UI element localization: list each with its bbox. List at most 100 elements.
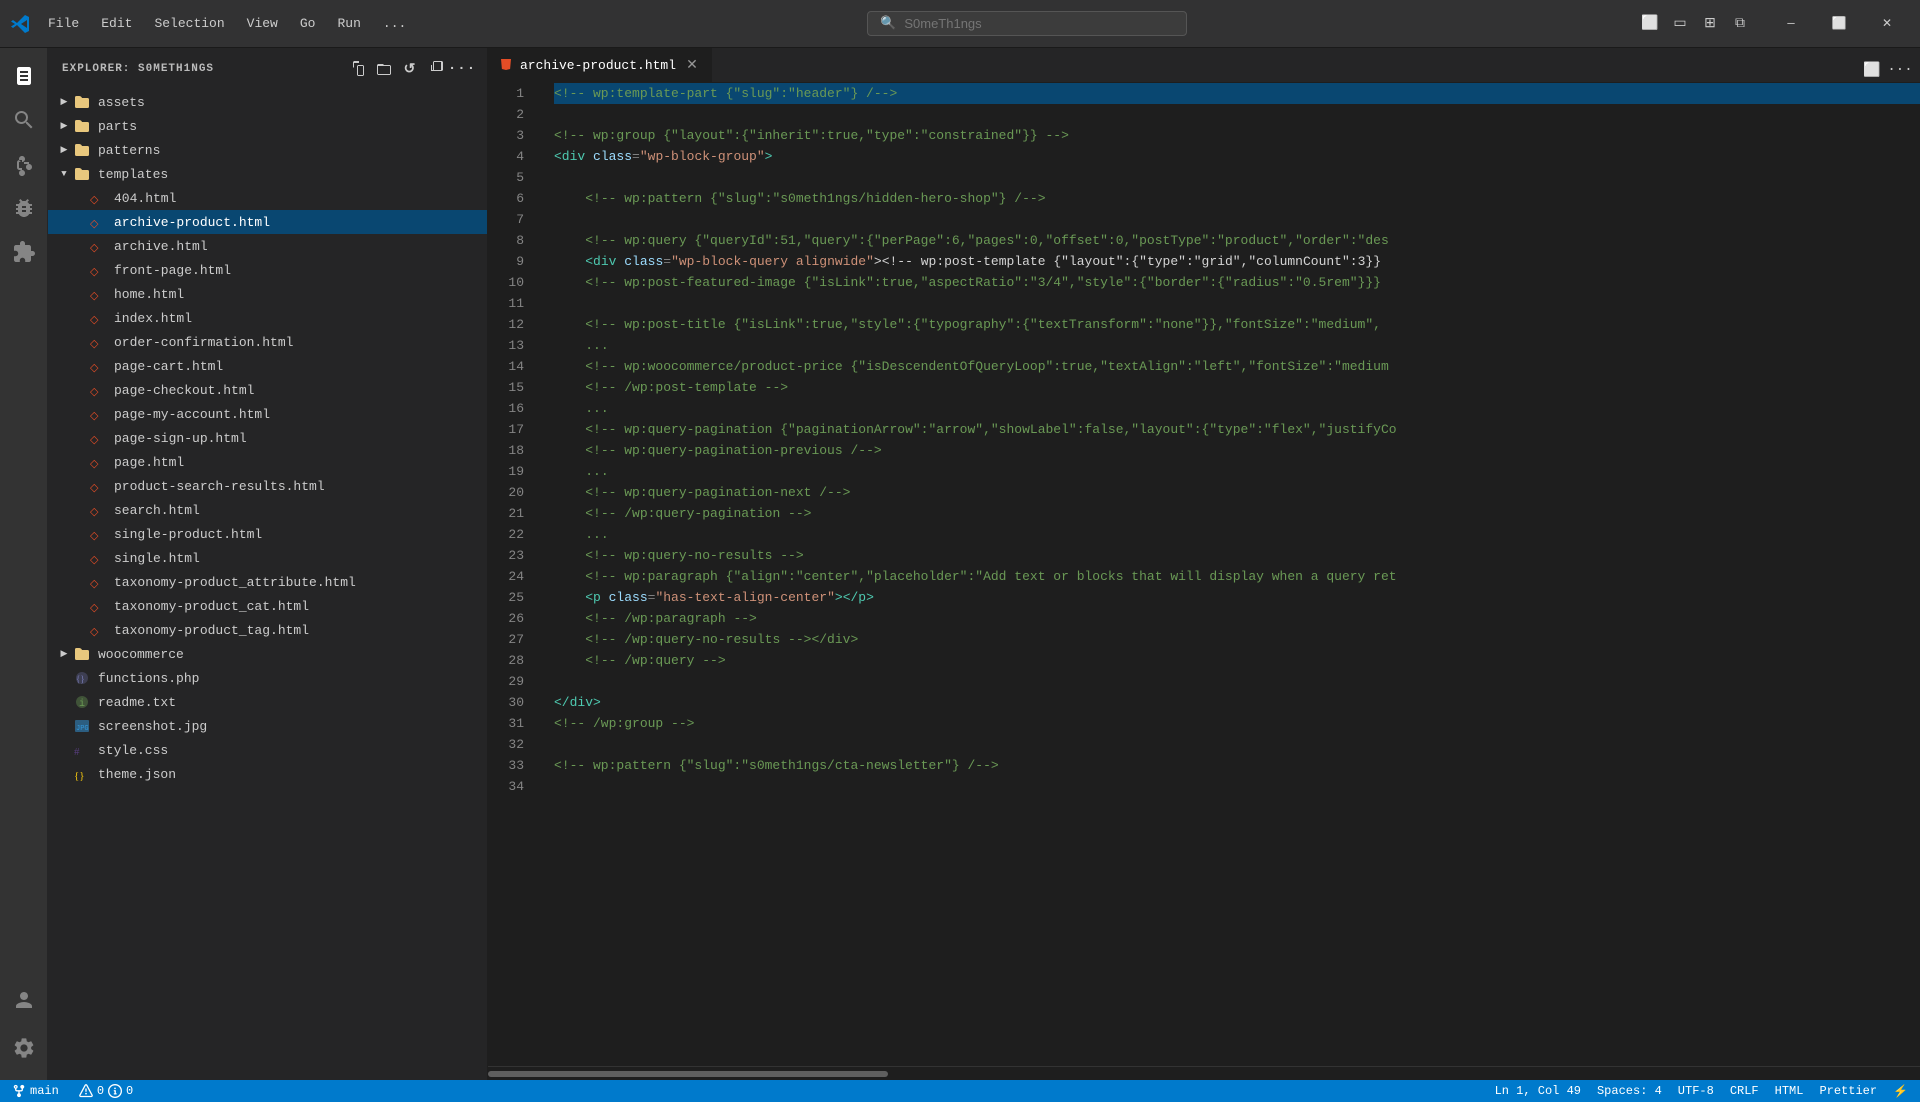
layout2-btn[interactable]: ⊞ (1698, 12, 1722, 36)
line-number: 6 (496, 188, 534, 209)
svg-text:◇: ◇ (90, 266, 99, 278)
line-number: 27 (496, 629, 534, 650)
tree-item-page-checkout-html[interactable]: ◇page-checkout.html (48, 378, 487, 402)
new-file-btn[interactable] (347, 58, 369, 80)
encoding[interactable]: UTF-8 (1674, 1084, 1718, 1099)
activity-search[interactable] (4, 100, 44, 140)
svg-text:◇: ◇ (90, 194, 99, 206)
menu-view[interactable]: View (237, 12, 288, 35)
tree-item-product-search-results-html[interactable]: ◇product-search-results.html (48, 474, 487, 498)
tree-item-page-html[interactable]: ◇page.html (48, 450, 487, 474)
close-btn[interactable]: ✕ (1864, 8, 1910, 40)
code-line: <!-- wp:post-featured-image {"isLink":tr… (554, 272, 1920, 293)
tree-item-page-cart-html[interactable]: ◇page-cart.html (48, 354, 487, 378)
layout-btn[interactable]: ▭ (1668, 12, 1692, 36)
tree-item-order-confirmation-html[interactable]: ◇order-confirmation.html (48, 330, 487, 354)
tree-item-taxonomy-product_attribute-html[interactable]: ◇taxonomy-product_attribute.html (48, 570, 487, 594)
split-editor-btn[interactable]: ⬜ (1638, 12, 1662, 36)
activity-settings[interactable] (4, 1028, 44, 1068)
tree-item-search-html[interactable]: ◇search.html (48, 498, 487, 522)
activity-bar (0, 48, 48, 1080)
minimize-btn[interactable]: ─ (1768, 8, 1814, 40)
tree-item-assets[interactable]: ▶assets (48, 90, 487, 114)
tree-item-woocommerce[interactable]: ▶woocommerce (48, 642, 487, 666)
menu-go[interactable]: Go (290, 12, 326, 35)
tree-item-front-page-html[interactable]: ◇ front-page.html (48, 258, 487, 282)
tree-item-screenshot-jpg[interactable]: JPGscreenshot.jpg (48, 714, 487, 738)
tree-item-404-html[interactable]: ◇404.html (48, 186, 487, 210)
line-number: 23 (496, 545, 534, 566)
tab-archive-product[interactable]: archive-product.html ✕ (488, 48, 713, 82)
tab-close-btn[interactable]: ✕ (684, 57, 700, 73)
horizontal-scrollbar[interactable] (488, 1066, 1920, 1080)
new-folder-btn[interactable] (373, 58, 395, 80)
svg-text:◇: ◇ (90, 554, 99, 566)
tree-item-functions-php[interactable]: {}functions.php (48, 666, 487, 690)
svg-text:◇: ◇ (90, 242, 99, 254)
activity-source-control[interactable] (4, 144, 44, 184)
line-number: 16 (496, 398, 534, 419)
tree-item-patterns[interactable]: ▶patterns (48, 138, 487, 162)
tree-item-archive-product-html[interactable]: ◇archive-product.html (48, 210, 487, 234)
indentation[interactable]: Spaces: 4 (1593, 1084, 1666, 1099)
code-token (554, 272, 585, 293)
menu-selection[interactable]: Selection (144, 12, 234, 35)
tree-item-home-html[interactable]: ◇home.html (48, 282, 487, 306)
activity-explorer[interactable] (4, 56, 44, 96)
line-number: 24 (496, 566, 534, 587)
code-line (554, 671, 1920, 692)
tree-item-index-html[interactable]: ◇index.html (48, 306, 487, 330)
restore-btn[interactable]: ⬜ (1816, 8, 1862, 40)
more-actions-btn[interactable]: ··· (451, 58, 473, 80)
tree-item-page-my-account-html[interactable]: ◇page-my-account.html (48, 402, 487, 426)
line-ending[interactable]: CRLF (1726, 1084, 1763, 1099)
tree-item-theme-json[interactable]: {}theme.json (48, 762, 487, 786)
code-token (554, 335, 585, 356)
menu-edit[interactable]: Edit (91, 12, 142, 35)
tab-label: archive-product.html (520, 58, 676, 73)
code-line (554, 209, 1920, 230)
tree-item-single-html[interactable]: ◇single.html (48, 546, 487, 570)
split-editor-btn[interactable]: ⬜ (1860, 58, 1884, 82)
branch-indicator[interactable]: main (8, 1084, 63, 1098)
tree-item-readme-txt[interactable]: ireadme.txt (48, 690, 487, 714)
formatter[interactable]: Prettier (1815, 1084, 1881, 1099)
tree-item-label: front-page.html (114, 263, 487, 278)
tree-item-templates[interactable]: ▼templates (48, 162, 487, 186)
activity-extensions[interactable] (4, 232, 44, 272)
scrollbar-thumb[interactable] (488, 1071, 888, 1077)
code-token: ... (585, 398, 608, 419)
menu-more[interactable]: ... (373, 12, 416, 35)
menu-run[interactable]: Run (327, 12, 370, 35)
sidebar-content: ▶assets▶parts▶patterns▼templates◇404.htm… (48, 90, 487, 1080)
tree-item-taxonomy-product_tag-html[interactable]: ◇taxonomy-product_tag.html (48, 618, 487, 642)
activity-debug[interactable] (4, 188, 44, 228)
code-content[interactable]: <!-- wp:template-part {"slug":"header"} … (546, 83, 1920, 1066)
refresh-btn[interactable]: ↺ (399, 58, 421, 80)
folder-arrow-icon: ▶ (56, 97, 72, 107)
code-line (554, 293, 1920, 314)
code-token (554, 629, 585, 650)
customize-layout-btn[interactable]: ⧉ (1728, 12, 1752, 36)
tree-item-taxonomy-product_cat-html[interactable]: ◇taxonomy-product_cat.html (48, 594, 487, 618)
global-search-bar[interactable]: 🔍 (867, 11, 1187, 36)
folder-arrow-icon: ▶ (56, 649, 72, 659)
more-editor-actions-btn[interactable]: ··· (1888, 58, 1912, 82)
menu-file[interactable]: File (38, 12, 89, 35)
search-input[interactable] (904, 16, 1174, 31)
tree-item-parts[interactable]: ▶parts (48, 114, 487, 138)
problems-indicator[interactable]: 0 0 (75, 1084, 137, 1098)
tree-item-single-product-html[interactable]: ◇single-product.html (48, 522, 487, 546)
tree-item-page-sign-up-html[interactable]: ◇page-sign-up.html (48, 426, 487, 450)
tree-item-archive-html[interactable]: ◇archive.html (48, 234, 487, 258)
cursor-position[interactable]: Ln 1, Col 49 (1491, 1084, 1585, 1099)
tree-item-style-css[interactable]: #style.css (48, 738, 487, 762)
code-line: <!-- /wp:query --> (554, 650, 1920, 671)
code-token: ><!-- wp:post-template {"layout":{"type"… (874, 251, 1381, 272)
code-token: ></p> (835, 587, 874, 608)
notifications[interactable]: ⚡ (1889, 1084, 1912, 1099)
code-token: <!-- /wp:group --> (554, 713, 694, 734)
activity-account[interactable] (4, 980, 44, 1020)
collapse-all-btn[interactable] (425, 58, 447, 80)
language-mode[interactable]: HTML (1771, 1084, 1808, 1099)
